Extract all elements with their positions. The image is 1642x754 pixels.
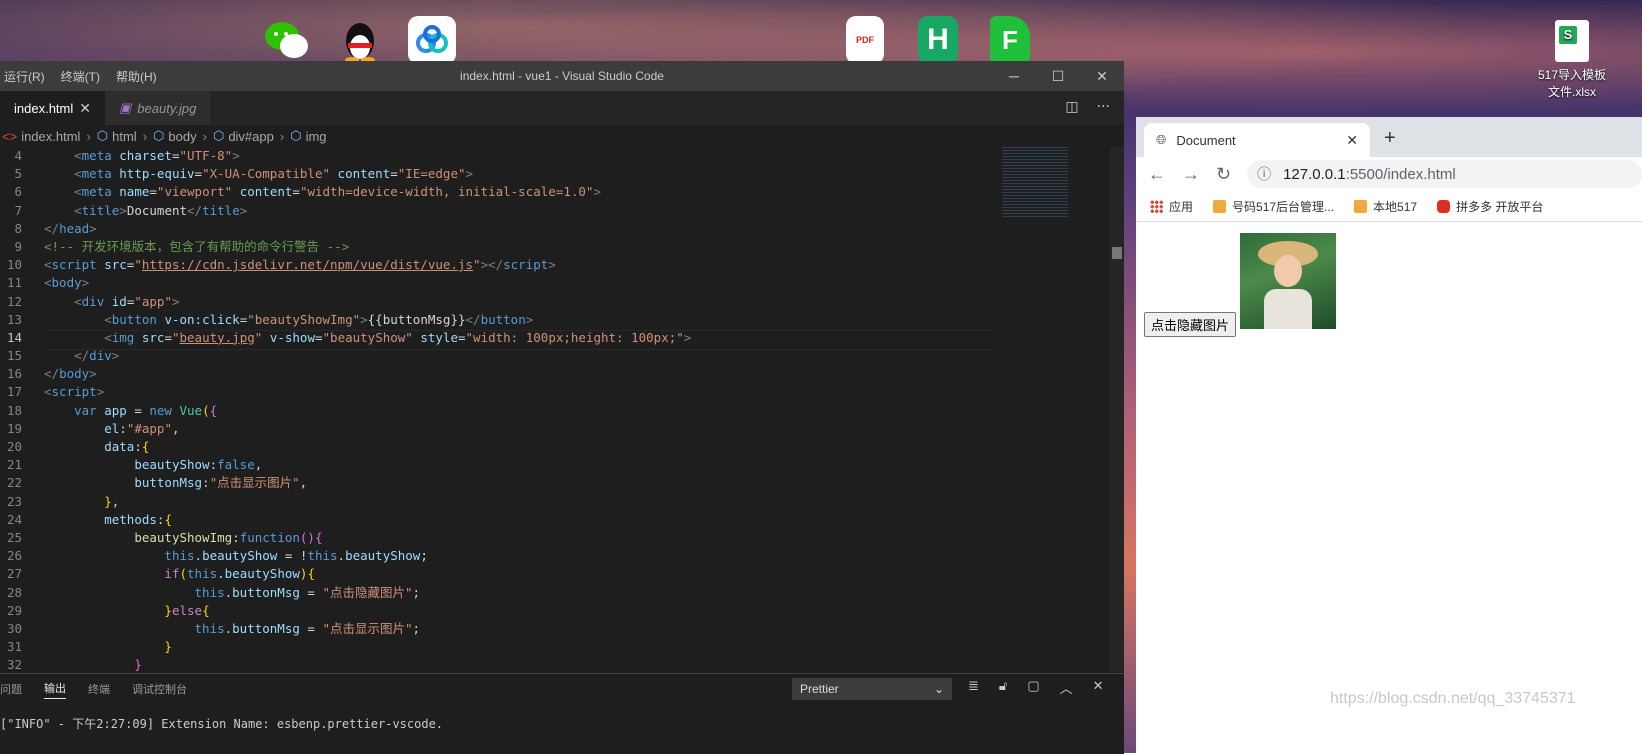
tab-index-html[interactable]: index.html ✕ bbox=[0, 91, 105, 125]
more-actions-icon[interactable]: ··· bbox=[1097, 99, 1110, 115]
bookmark-apps[interactable]: 应用 bbox=[1150, 198, 1193, 215]
wechat-icon[interactable] bbox=[262, 16, 310, 64]
scrollbar-thumb[interactable] bbox=[1112, 247, 1122, 259]
lock-scroll-icon[interactable]: 🔓︎ bbox=[999, 678, 1007, 697]
info-icon[interactable]: ⓘ bbox=[1257, 164, 1271, 184]
output-log-line: ["INFO" - 下午2:27:09] Extension Name: esb… bbox=[0, 717, 444, 731]
page-content: 点击隐藏图片 bbox=[1136, 222, 1642, 722]
apps-grid-icon bbox=[1150, 199, 1163, 213]
image-file-icon: ▣ bbox=[118, 100, 132, 115]
menu-terminal[interactable]: 终端(T) bbox=[61, 70, 100, 84]
minimize-icon[interactable]: ─ bbox=[992, 61, 1036, 91]
element-icon: ⬡ bbox=[153, 128, 165, 143]
output-channel-value: Prettier bbox=[800, 682, 839, 696]
reload-icon[interactable]: ↻ bbox=[1216, 164, 1231, 185]
bookmark-local-517[interactable]: 本地517 bbox=[1354, 198, 1417, 215]
close-tab-icon[interactable]: ✕ bbox=[1346, 132, 1358, 149]
open-log-icon[interactable]: ▢ bbox=[1027, 678, 1039, 697]
qq-icon[interactable] bbox=[336, 16, 384, 64]
back-icon[interactable]: ← bbox=[1148, 164, 1166, 185]
line-numbers: 4 5 6 7 8 9 10 11 12 13 14 15 16 17 18 1… bbox=[6, 148, 22, 672]
breadcrumb-item[interactable]: div#app bbox=[228, 129, 274, 144]
element-icon: ⬡ bbox=[96, 128, 109, 143]
panel-tabs: 问题 输出 终端 调试控制台 Prettier ⌄ ≣ 🔓︎ ▢ ︿ ✕ bbox=[0, 674, 1124, 704]
f-app-icon[interactable]: F bbox=[990, 16, 1030, 64]
close-panel-icon[interactable]: ✕ bbox=[1093, 678, 1104, 697]
new-tab-icon[interactable]: + bbox=[1384, 127, 1396, 150]
close-icon[interactable]: ✕ bbox=[1080, 61, 1124, 91]
url-path: :5500/index.html bbox=[1345, 165, 1456, 183]
beauty-image bbox=[1240, 233, 1336, 329]
browser-window: 🌐︎ Document ✕ + ← → ↻ ⓘ 127.0.0.1:5500/i… bbox=[1136, 117, 1642, 753]
bookmark-pinduoduo[interactable]: 拼多多 开放平台 bbox=[1437, 198, 1543, 215]
xlsx-file-icon[interactable]: S 517导入模板 文件.xlsx bbox=[1522, 20, 1622, 100]
code-editor[interactable]: 4 5 6 7 8 9 10 11 12 13 14 15 16 17 18 1… bbox=[0, 147, 1124, 672]
url-host: 127.0.0.1 bbox=[1283, 165, 1346, 183]
output-panel: 问题 输出 终端 调试控制台 Prettier ⌄ ≣ 🔓︎ ▢ ︿ ✕ ["I… bbox=[0, 673, 1124, 754]
menu-bar: 运行(R) 终端(T) 帮助(H) bbox=[0, 68, 169, 85]
browser-toolbar: ← → ↻ ⓘ 127.0.0.1:5500/index.html bbox=[1136, 157, 1642, 191]
breadcrumb-item[interactable]: index.html bbox=[21, 129, 80, 144]
globe-icon: 🌐︎ bbox=[1156, 132, 1167, 147]
menu-help[interactable]: 帮助(H) bbox=[116, 70, 157, 84]
split-editor-icon[interactable]: ◫ bbox=[1065, 99, 1078, 115]
minimap[interactable] bbox=[1002, 147, 1068, 217]
browser-tab-strip: 🌐︎ Document ✕ + bbox=[1136, 117, 1642, 157]
tab-output[interactable]: 输出 bbox=[44, 680, 66, 699]
element-icon: ⬡ bbox=[212, 128, 225, 143]
tab-label: index.html bbox=[14, 100, 74, 116]
bookmark-517-admin[interactable]: 号码517后台管理... bbox=[1213, 198, 1334, 215]
pdf-icon[interactable]: PDF bbox=[846, 16, 884, 64]
editor-scrollbar[interactable] bbox=[1110, 147, 1124, 672]
html-file-icon: <> bbox=[2, 128, 18, 144]
element-icon: ⬡ bbox=[290, 128, 302, 143]
spreadsheet-icon: S bbox=[1555, 20, 1589, 62]
output-channel-select[interactable]: Prettier ⌄ bbox=[792, 678, 952, 700]
site-icon bbox=[1213, 199, 1227, 213]
code-text: <meta charset="UTF-8"> <meta http-equiv=… bbox=[44, 148, 692, 672]
breadcrumb-item[interactable]: img bbox=[306, 129, 327, 144]
bookmarks-bar: 应用 号码517后台管理... 本地517 拼多多 开放平台 bbox=[1136, 191, 1642, 222]
browser-tab-document[interactable]: 🌐︎ Document ✕ bbox=[1144, 123, 1370, 157]
tab-debug-console[interactable]: 调试控制台 bbox=[132, 681, 187, 697]
clear-output-icon[interactable]: ≣ bbox=[968, 678, 979, 697]
breadcrumb-item[interactable]: body bbox=[168, 129, 196, 144]
tab-label: beauty.jpg bbox=[137, 100, 197, 116]
watermark: https://blog.csdn.net/qq_33745371 bbox=[1330, 690, 1576, 707]
title-bar: 运行(R) 终端(T) 帮助(H) index.html - vue1 - Visu… bbox=[0, 61, 1124, 91]
address-bar[interactable]: ⓘ 127.0.0.1:5500/index.html bbox=[1247, 160, 1642, 188]
pinduoduo-icon bbox=[1437, 199, 1451, 213]
chevron-down-icon: ⌄ bbox=[933, 682, 944, 696]
editor-tab-bar: index.html ✕ ▣ beauty.jpg ◫ ··· bbox=[0, 91, 1124, 125]
baidu-netdisk-icon[interactable] bbox=[408, 16, 456, 64]
forward-icon[interactable]: → bbox=[1182, 164, 1200, 185]
toggle-image-button[interactable]: 点击隐藏图片 bbox=[1144, 312, 1237, 337]
file-label-line1: 517导入模板 bbox=[1537, 68, 1607, 82]
close-tab-icon[interactable]: ✕ bbox=[79, 100, 91, 117]
maximize-panel-icon[interactable]: ︿ bbox=[1060, 678, 1073, 697]
vscode-window: 运行(R) 终端(T) 帮助(H) index.html - vue1 - Visu… bbox=[0, 61, 1124, 754]
tab-problems[interactable]: 问题 bbox=[0, 681, 22, 697]
menu-run[interactable]: 运行(R) bbox=[4, 70, 45, 84]
site-icon bbox=[1354, 199, 1368, 213]
browser-tab-title: Document bbox=[1176, 132, 1236, 148]
hbuilder-icon[interactable]: H bbox=[918, 16, 958, 64]
maximize-icon[interactable]: ☐ bbox=[1036, 61, 1080, 91]
tab-beauty-jpg[interactable]: ▣ beauty.jpg bbox=[104, 91, 211, 125]
tab-terminal[interactable]: 终端 bbox=[88, 681, 110, 697]
breadcrumb-item[interactable]: html bbox=[112, 129, 137, 144]
file-label-line2: 文件.xlsx bbox=[1547, 85, 1596, 99]
breadcrumb: <> index.html › ⬡ html › ⬡ body › ⬡ div#app › ⬡… bbox=[2, 128, 327, 144]
